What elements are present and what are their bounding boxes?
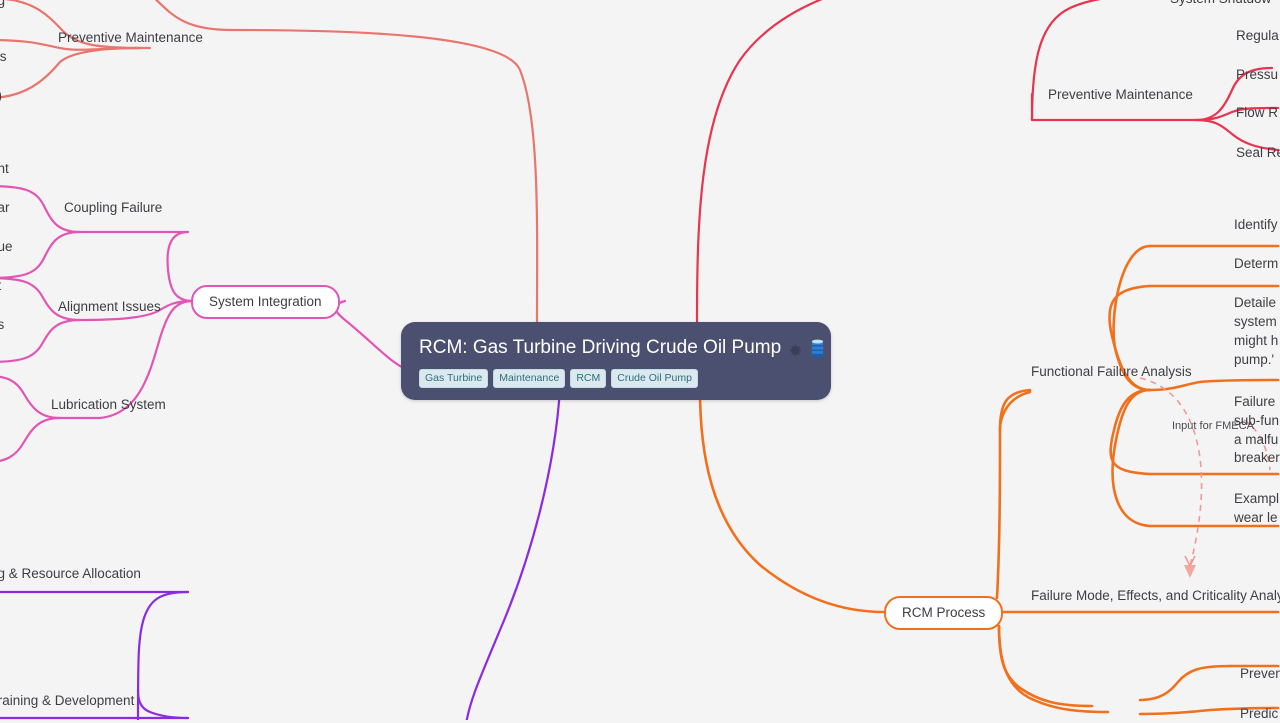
label-fmeca[interactable]: Failure Mode, Effects, and Criticality A… (1031, 587, 1280, 605)
label-preventive-maintenance-left[interactable]: Preventive Maintenance (58, 29, 203, 47)
label-ffa-detail-4-line2[interactable]: wear le (1234, 509, 1278, 527)
label-lubrication-system[interactable]: Lubrication System (51, 396, 166, 414)
label-si-grandchild-1[interactable]: ear (0, 199, 10, 217)
central-node[interactable]: RCM: Gas Turbine Driving Crude Oil Pump … (401, 322, 831, 400)
label-planning-resource-allocation[interactable]: ng & Resource Allocation (0, 565, 141, 583)
label-ffa-detail-1[interactable]: Determ (1234, 255, 1278, 273)
label-ffa-detail-2-line3[interactable]: might h (1234, 332, 1278, 350)
tag-gas-turbine[interactable]: Gas Turbine (419, 369, 489, 388)
label-ffa-detail-3-line4[interactable]: breaker (1234, 449, 1280, 467)
central-node-title: RCM: Gas Turbine Driving Crude Oil Pump (419, 337, 782, 358)
oil-barrel-icon (810, 339, 825, 358)
label-pm-left-child-0[interactable]: ng (0, 0, 5, 10)
label-ffa-detail-2-line1[interactable]: Detaile (1234, 294, 1276, 312)
label-si-grandchild-3[interactable]: nt (0, 277, 1, 295)
label-ffa-detail-3-line1[interactable]: Failure (1234, 393, 1275, 411)
label-pm-right-child-0[interactable]: System Shutdow (1170, 0, 1271, 8)
label-pm-right-child-3[interactable]: Flow R (1236, 104, 1278, 122)
label-ffa-detail-3-line3[interactable]: a malfu (1234, 431, 1278, 449)
label-pm-right-child-2[interactable]: Pressu (1236, 66, 1278, 84)
label-si-grandchild-4[interactable]: es (0, 316, 4, 334)
tag-maintenance[interactable]: Maintenance (493, 369, 566, 388)
label-si-grandchild-2[interactable]: gue (0, 238, 13, 256)
label-pm-right-child-1[interactable]: Regula (1236, 27, 1279, 45)
tag-rcm[interactable]: RCM (570, 369, 607, 388)
label-training-development[interactable]: Training & Development (0, 692, 134, 710)
label-preventive-maintenance-right[interactable]: Preventive Maintenance (1048, 86, 1193, 104)
label-pm-left-child-1[interactable]: sis (0, 48, 7, 66)
label-ffa-detail-2-line2[interactable]: system (1234, 313, 1277, 331)
label-pm-left-child-2[interactable]: d) (0, 87, 2, 105)
label-fmeca-detail-1[interactable]: Predic (1240, 705, 1278, 723)
label-alignment-issues[interactable]: Alignment Issues (58, 298, 161, 316)
central-node-title-row: RCM: Gas Turbine Driving Crude Oil Pump (419, 336, 824, 360)
label-ffa-detail-0[interactable]: Identify (1234, 216, 1278, 234)
mindmap-canvas: RCM: Gas Turbine Driving Crude Oil Pump … (0, 0, 1280, 723)
label-ffa-detail-2-line4[interactable]: pump.' (1234, 351, 1274, 369)
label-coupling-failure[interactable]: Coupling Failure (64, 199, 162, 217)
label-ffa-detail-3-line2[interactable]: sub-fun (1234, 412, 1279, 430)
central-node-tags: Gas Turbine Maintenance RCM Crude Oil Pu… (419, 369, 813, 388)
label-ffa-detail-4-line1[interactable]: Exampl (1234, 490, 1279, 508)
node-system-integration[interactable]: System Integration (191, 285, 340, 319)
label-pm-right-child-4[interactable]: Seal Re (1236, 144, 1280, 162)
node-rcm-process[interactable]: RCM Process (884, 596, 1004, 630)
tag-crude-oil-pump[interactable]: Crude Oil Pump (611, 369, 698, 388)
label-functional-failure-analysis[interactable]: Functional Failure Analysis (1031, 363, 1192, 381)
label-si-grandchild-0[interactable]: ent (0, 160, 9, 178)
label-fmeca-detail-0[interactable]: Preven (1240, 665, 1280, 683)
gear-icon (788, 341, 803, 356)
